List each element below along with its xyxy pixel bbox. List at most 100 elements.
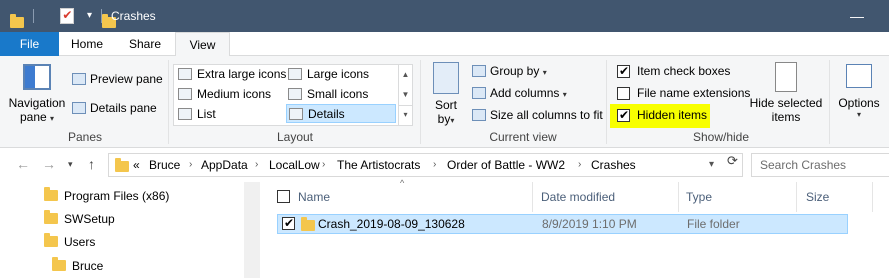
- size-all-columns-label: Size all columns to fit: [490, 108, 603, 122]
- tab-view[interactable]: View: [175, 32, 230, 57]
- separator: [101, 9, 102, 23]
- navigation-pane-label-2: pane: [19, 110, 47, 124]
- breadcrumb-item[interactable]: The Artistocrats: [337, 158, 420, 172]
- column-header-size[interactable]: Size: [806, 182, 829, 212]
- recent-locations-icon[interactable]: ▾: [68, 159, 73, 170]
- breadcrumb-item[interactable]: Bruce: [149, 158, 180, 172]
- sort-by-label-2: by: [437, 112, 451, 126]
- size-all-columns-button[interactable]: Size all columns to fit: [472, 108, 603, 122]
- details-pane-button[interactable]: Details pane: [72, 101, 157, 115]
- details-icon: [289, 108, 303, 120]
- checkbox[interactable]: [617, 108, 630, 122]
- pane-splitter[interactable]: [244, 182, 260, 278]
- sort-by-button[interactable]: Sort by▾: [428, 62, 464, 126]
- folder-icon: [52, 257, 66, 271]
- tree-item[interactable]: SWSetup: [44, 208, 115, 230]
- navigation-pane-button[interactable]: Navigation pane ▾: [6, 64, 68, 124]
- tree-item[interactable]: Users: [44, 231, 95, 253]
- options-button[interactable]: Options ▾: [834, 64, 884, 119]
- minimize-button[interactable]: —: [850, 8, 864, 24]
- folder-icon: [44, 210, 58, 224]
- tab-file[interactable]: File: [0, 32, 59, 56]
- row-checkbox[interactable]: [282, 216, 295, 230]
- breadcrumb-item[interactable]: Crashes: [591, 158, 636, 172]
- group-separator: [829, 60, 830, 144]
- layout-details[interactable]: Details: [286, 104, 396, 123]
- breadcrumb-item[interactable]: AppData: [201, 158, 248, 172]
- layout-large-icons[interactable]: Large icons: [288, 65, 369, 84]
- navigation-pane-label: Navigation: [8, 96, 66, 110]
- group-separator: [168, 60, 169, 144]
- tree-item-label: SWSetup: [64, 212, 115, 226]
- navigation-pane-icon: [23, 64, 51, 90]
- customize-toolbar-icon[interactable]: ▾: [87, 10, 92, 21]
- chevron-right-icon[interactable]: ›: [189, 159, 192, 170]
- hidden-items-checkbox[interactable]: Hidden items: [610, 104, 710, 128]
- file-date: 8/9/2019 1:10 PM: [542, 217, 637, 231]
- up-icon[interactable]: ↑: [88, 156, 95, 172]
- hide-selected-icon: [775, 62, 797, 92]
- tab-share[interactable]: Share: [115, 32, 175, 56]
- checkbox[interactable]: [617, 64, 630, 78]
- hide-selected-label: Hide selected: [749, 96, 823, 110]
- checkbox[interactable]: [617, 87, 630, 100]
- layout-list[interactable]: List: [178, 105, 216, 124]
- column-separator[interactable]: [796, 182, 797, 212]
- address-dropdown-icon[interactable]: ▾: [709, 159, 714, 170]
- navigation-tree: Program Files (x86) SWSetup Users Bruce: [0, 182, 244, 278]
- tree-item[interactable]: Program Files (x86): [44, 185, 169, 207]
- forward-icon[interactable]: →: [42, 156, 56, 172]
- column-separator[interactable]: [532, 182, 533, 212]
- group-label-current-view: Current view: [489, 130, 557, 144]
- chevron-down-icon: ▾: [856, 110, 861, 119]
- folder-icon: [115, 158, 129, 172]
- medium-icons-icon: [178, 88, 192, 100]
- address-row: ← → ▾ ↑ « Bruce › AppData › LocalLow › T…: [0, 148, 889, 182]
- ribbon-tabs: File Home Share View: [0, 32, 889, 57]
- column-header-type[interactable]: Type: [686, 182, 712, 212]
- layout-extra-large-icons[interactable]: Extra large icons: [178, 65, 286, 84]
- hide-selected-items-button[interactable]: Hide selected items: [748, 62, 824, 124]
- properties-icon[interactable]: [60, 8, 75, 24]
- table-row[interactable]: Crash_2019-08-09_130628 8/9/2019 1:10 PM…: [277, 214, 848, 234]
- tree-item[interactable]: Bruce: [52, 255, 103, 277]
- tab-home[interactable]: Home: [59, 32, 115, 56]
- layout-medium-icons[interactable]: Medium icons: [178, 85, 271, 104]
- folder-icon: [44, 187, 58, 201]
- column-separator[interactable]: [678, 182, 679, 212]
- chevron-right-icon[interactable]: ›: [255, 159, 258, 170]
- layout-scrollbar[interactable]: ▲ ▼ ▾: [398, 65, 412, 125]
- scroll-up-icon[interactable]: ▲: [399, 65, 412, 85]
- back-icon[interactable]: ←: [16, 156, 30, 172]
- search-input[interactable]: Search Crashes: [751, 153, 889, 177]
- group-by-button[interactable]: Group by ▾: [472, 64, 547, 78]
- column-header-name[interactable]: Name: [298, 182, 330, 212]
- gallery-expand-icon[interactable]: ▾: [399, 105, 412, 123]
- chevron-right-icon[interactable]: ›: [578, 159, 581, 170]
- select-all-checkbox[interactable]: [277, 190, 290, 203]
- chevron-right-icon[interactable]: ›: [322, 159, 325, 170]
- hidden-items-label: Hidden items: [637, 108, 708, 122]
- file-list: ^ Name Date modified Type Size Crash_201…: [260, 178, 889, 278]
- address-bar[interactable]: « Bruce › AppData › LocalLow › The Artis…: [108, 153, 743, 177]
- window-title: Crashes: [111, 9, 156, 23]
- item-check-boxes-checkbox[interactable]: Item check boxes: [617, 64, 730, 78]
- column-separator[interactable]: [872, 182, 873, 212]
- file-name-extensions-checkbox[interactable]: File name extensions: [617, 86, 750, 100]
- layout-small-icons[interactable]: Small icons: [288, 85, 368, 104]
- folder-icon: [10, 14, 24, 28]
- preview-pane-icon: [72, 73, 86, 85]
- folder-icon: [44, 233, 58, 247]
- breadcrumb-item[interactable]: Order of Battle - WW2: [447, 158, 565, 172]
- scroll-down-icon[interactable]: ▼: [399, 85, 412, 105]
- breadcrumb-overflow[interactable]: «: [133, 158, 140, 172]
- tree-item-label: Users: [64, 235, 96, 249]
- refresh-icon[interactable]: ⟳: [727, 153, 743, 169]
- group-by-label: Group by: [490, 64, 540, 78]
- preview-pane-button[interactable]: Preview pane: [72, 72, 163, 86]
- separator: [33, 9, 34, 23]
- column-header-date-modified[interactable]: Date modified: [541, 182, 615, 212]
- add-columns-button[interactable]: Add columns ▾: [472, 86, 567, 100]
- breadcrumb-item[interactable]: LocalLow: [269, 158, 320, 172]
- chevron-right-icon[interactable]: ›: [433, 159, 436, 170]
